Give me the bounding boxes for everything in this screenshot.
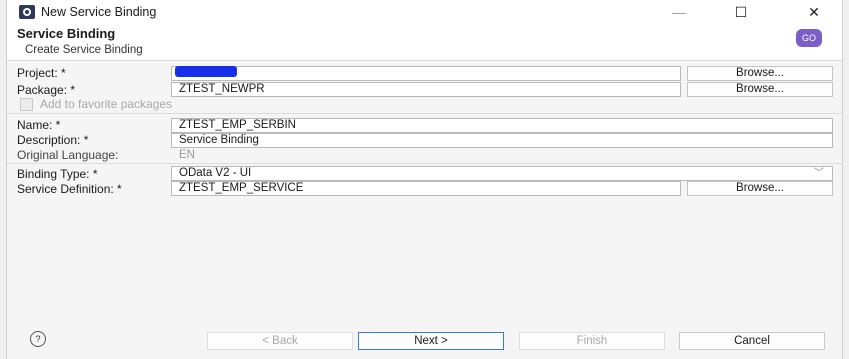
original-language-label: Original Language:	[17, 148, 119, 162]
close-button[interactable]: ✕	[792, 0, 836, 24]
new-service-binding-dialog: New Service Binding — ☐ ✕ Service Bindin…	[6, 0, 843, 359]
page-title: Service Binding	[17, 26, 116, 41]
next-button[interactable]: Next >	[358, 332, 504, 350]
binding-type-label: Binding Type: *	[17, 167, 98, 181]
service-definition-label: Service Definition: *	[17, 182, 122, 196]
divider	[7, 163, 842, 164]
back-button[interactable]: < Back	[207, 332, 353, 350]
cancel-button[interactable]: Cancel	[679, 332, 825, 350]
chevron-down-icon: ﹀	[814, 168, 824, 179]
wizard-footer: ? < Back Next > Finish Cancel	[7, 318, 842, 359]
service-definition-browse-button[interactable]: Browse...	[687, 181, 833, 196]
project-label: Project: *	[17, 66, 66, 80]
minimize-button[interactable]: —	[657, 0, 701, 24]
package-field[interactable]: ZTEST_NEWPR	[171, 82, 681, 97]
finish-button[interactable]: Finish	[519, 332, 665, 350]
name-field[interactable]: ZTEST_EMP_SERBIN	[171, 118, 833, 133]
service-binding-icon: GO	[796, 29, 822, 47]
window-title: New Service Binding	[41, 5, 157, 19]
name-label: Name: *	[17, 118, 61, 132]
project-browse-button[interactable]: Browse...	[687, 66, 833, 81]
help-icon[interactable]: ?	[30, 331, 46, 347]
package-label: Package: *	[17, 83, 76, 97]
binding-type-select[interactable]: OData V2 - UI ﹀	[171, 166, 833, 181]
service-definition-field[interactable]: ZTEST_EMP_SERVICE	[171, 181, 681, 196]
page-subtitle: Create Service Binding	[25, 44, 143, 56]
redaction-mark	[175, 66, 237, 77]
eclipse-app-icon	[19, 5, 35, 19]
description-field[interactable]: Service Binding	[171, 133, 833, 148]
divider	[7, 113, 842, 114]
package-browse-button[interactable]: Browse...	[687, 82, 833, 97]
description-label: Description: *	[17, 133, 89, 147]
wizard-header: Service Binding Create Service Binding G…	[7, 24, 842, 61]
project-field[interactable]	[171, 66, 681, 81]
favorite-checkbox[interactable]	[20, 98, 33, 111]
maximize-button[interactable]: ☐	[719, 0, 763, 24]
binding-form: Project: * Browse... Package: * ZTEST_NE…	[7, 60, 842, 318]
original-language-value: EN	[171, 148, 833, 163]
title-bar: New Service Binding — ☐ ✕	[7, 0, 842, 24]
binding-type-value: OData V2 - UI	[179, 167, 252, 179]
favorite-label: Add to favorite packages	[40, 97, 173, 111]
